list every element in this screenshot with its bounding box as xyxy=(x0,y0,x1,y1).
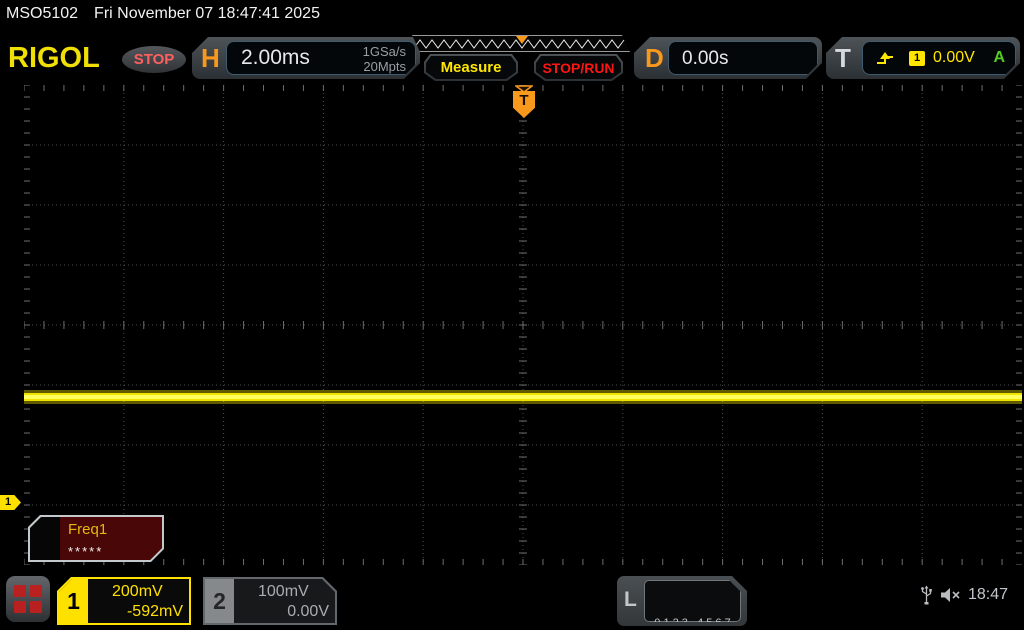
overview-position-marker xyxy=(516,36,528,44)
channel1-offset: -592mV xyxy=(126,603,183,620)
acquisition-info: 1GSa/s 20Mpts xyxy=(363,44,406,74)
speaker-muted-icon[interactable] xyxy=(940,587,961,603)
measurement-value: ***** xyxy=(68,544,104,559)
measurement-box-body: Freq1 ***** xyxy=(60,517,162,560)
rising-edge-trigger-icon xyxy=(875,51,895,65)
channel1-trace-highlight xyxy=(24,395,1022,399)
delay-inner-box: 0.00s xyxy=(668,41,818,75)
channel1-ground-marker[interactable]: 1 xyxy=(0,495,21,510)
trigger-source-badge: 1 xyxy=(909,51,925,66)
memory-depth: 20Mpts xyxy=(363,59,406,74)
trigger-mode-auto: A xyxy=(993,49,1005,66)
delay-value: 0.00s xyxy=(682,48,729,69)
channel2-number-tab: 2 xyxy=(205,579,234,623)
trigger-settings-button[interactable]: T 1 0.00V A xyxy=(826,37,1020,79)
graticule-grid-lines xyxy=(23,84,1022,566)
rigol-logo: RIGOL xyxy=(8,42,100,74)
measure-button[interactable]: Measure xyxy=(424,54,518,81)
channel1-number-tab: 1 xyxy=(59,579,88,623)
channel1-status-button[interactable]: 200mV -592mV 1 xyxy=(57,577,191,625)
grid-icon xyxy=(14,585,42,613)
delay-settings-button[interactable]: D 0.00s xyxy=(634,37,822,79)
logic-row-1: 0 1 2 3 4 5 6 7 xyxy=(654,617,731,629)
clock-text: 18:47 xyxy=(968,586,1009,603)
horizontal-inner-box: 2.00ms 1GSa/s 20Mpts xyxy=(226,41,416,75)
delay-label: D xyxy=(645,43,664,73)
measurement-title: Freq1 xyxy=(68,521,108,538)
channel2-offset: 0.00V xyxy=(287,603,329,620)
trigger-label: T xyxy=(835,43,851,73)
timebase-value: 2.00ms xyxy=(241,46,310,69)
stop-run-button[interactable]: STOP/RUN xyxy=(534,54,623,81)
sample-rate: 1GSa/s xyxy=(362,44,406,59)
run-state-badge: STOP xyxy=(122,46,186,73)
trigger-inner-box: 1 0.00V A xyxy=(862,41,1016,75)
channel1-scale: 200mV xyxy=(112,583,163,600)
channel2-scale: 100mV xyxy=(258,583,309,600)
usb-icon xyxy=(921,585,932,605)
model-name: MSO5102 xyxy=(6,5,79,22)
logic-channel-numbers: 0 1 2 3 4 5 6 7 8 9 1011 12131415 xyxy=(644,580,741,622)
waveform-overview-strip[interactable] xyxy=(412,35,630,52)
horizontal-label: H xyxy=(201,43,220,73)
logic-channels-button[interactable]: L 0 1 2 3 4 5 6 7 8 9 1011 12131415 xyxy=(617,576,747,626)
horizontal-settings-button[interactable]: H 2.00ms 1GSa/s 20Mpts xyxy=(192,37,420,79)
channel2-status-button[interactable]: 100mV 0.00V 2 xyxy=(203,577,337,625)
menu-grid-button[interactable] xyxy=(6,576,50,622)
scope-display-grid xyxy=(23,84,1022,566)
measurement-result-box[interactable]: Freq1 ***** xyxy=(28,515,164,562)
title-bar: MSO5102 Fri November 07 18:47:41 2025 xyxy=(6,5,320,23)
trigger-level-value: 0.00V xyxy=(933,49,975,66)
datetime-text: Fri November 07 18:47:41 2025 xyxy=(94,5,320,22)
status-area: 18:47 xyxy=(920,585,1008,605)
logic-label: L xyxy=(624,588,637,611)
